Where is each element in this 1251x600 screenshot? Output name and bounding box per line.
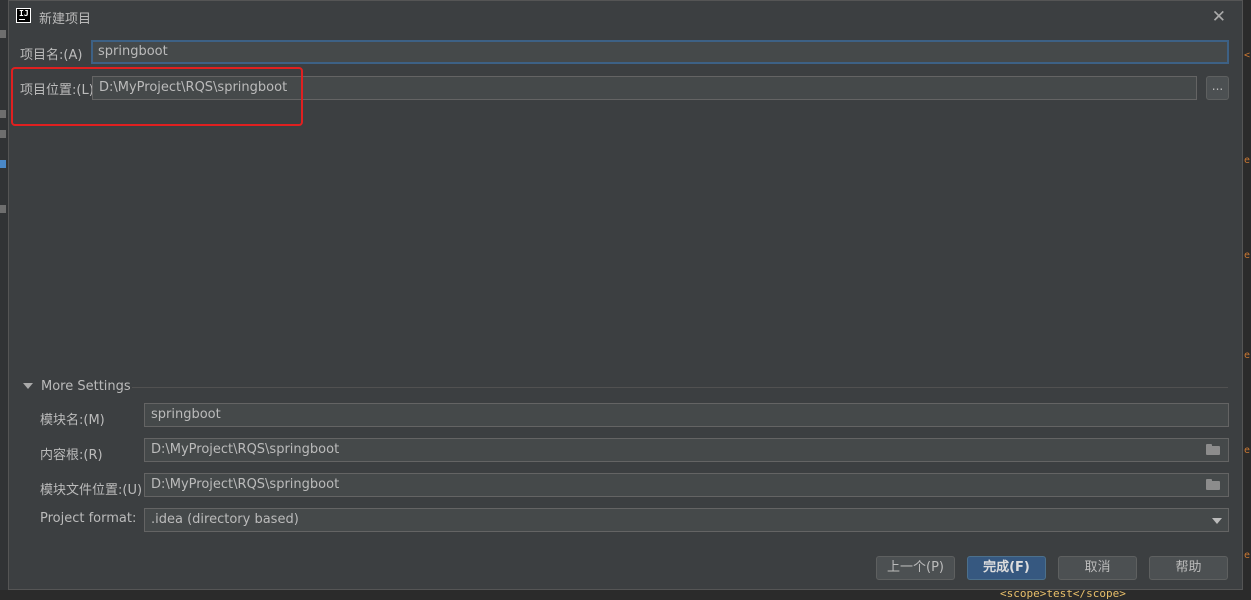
dialog-title: 新建项目 [39,12,92,27]
project-format-select[interactable]: .idea (directory based) [144,508,1229,532]
project-format-value: .idea (directory based) [151,512,299,527]
more-settings-label: More Settings [41,379,131,394]
module-name-label: 模块名:(M) [40,413,105,428]
content-root-value: D:\MyProject\RQS\springboot [151,442,340,457]
cancel-button[interactable]: 取消 [1058,556,1137,580]
folder-icon[interactable] [1206,444,1220,455]
chevron-down-icon [23,383,33,389]
dropdown-arrow-icon [1212,518,1222,524]
ide-background-bottom: <scope>test</scope> [0,587,1251,600]
project-format-label: Project format: [40,511,137,526]
new-project-dialog: IJ 新建项目 ✕ 项目名:(A) springboot 项目位置:(L) D:… [8,0,1243,590]
browse-location-button[interactable]: ... [1206,76,1229,100]
help-button[interactable]: 帮助 [1149,556,1228,580]
previous-button[interactable]: 上一个(P) [876,556,955,580]
module-file-location-value: D:\MyProject\RQS\springboot [151,477,340,492]
module-name-input[interactable]: springboot [144,403,1229,427]
intellij-app-icon: IJ [16,8,31,23]
close-icon[interactable]: ✕ [1212,7,1226,27]
content-root-input[interactable]: D:\MyProject\RQS\springboot [144,438,1229,462]
module-file-location-label: 模块文件位置:(U) [40,483,143,498]
ide-background-right: < e e eee [1243,0,1251,598]
more-settings-divider [132,387,1228,388]
project-name-input[interactable]: springboot [91,40,1229,64]
module-file-location-input[interactable]: D:\MyProject\RQS\springboot [144,473,1229,497]
folder-icon[interactable] [1206,479,1220,490]
project-name-label: 项目名:(A) [20,48,83,63]
finish-button[interactable]: 完成(F) [967,556,1046,580]
ide-background-left [0,0,8,598]
content-root-label: 内容根:(R) [40,448,103,463]
dialog-titlebar: IJ 新建项目 ✕ [9,1,1242,33]
highlight-annotation-box [11,67,303,126]
